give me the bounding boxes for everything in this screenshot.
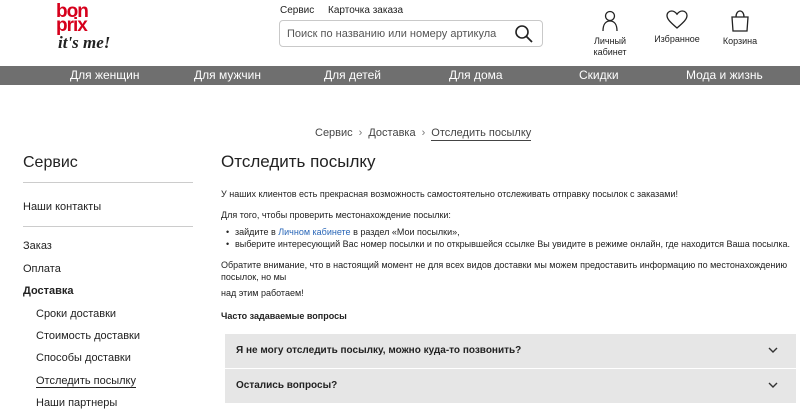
account-inline-link[interactable]: Личном кабинете <box>278 227 350 237</box>
breadcrumb-current: Отследить посылку <box>431 127 532 141</box>
sidebar-item-delivery-times[interactable]: Сроки доставки <box>36 308 116 320</box>
breadcrumb-service[interactable]: Сервис <box>315 127 353 139</box>
user-icon <box>602 10 618 32</box>
logo-text-line2: prix <box>56 15 88 36</box>
sidebar-item-track-parcel[interactable]: Отследить посылку <box>36 375 136 388</box>
toplink-service[interactable]: Сервис <box>280 5 314 16</box>
note-line-1: Обратите внимание, что в настоящий момен… <box>221 260 788 282</box>
breadcrumb-separator: › <box>358 127 363 139</box>
faq-question: Остались вопросы? <box>236 380 338 391</box>
instructions-list: зайдите в Личном кабинете в раздел «Мои … <box>226 226 790 250</box>
intro-text: У наших клиентов есть прекрасная возможн… <box>221 189 679 199</box>
logo-tagline: it's me! <box>58 33 111 52</box>
search-box[interactable]: Поиск по названию или номеру артикула <box>279 20 543 47</box>
account-label-1: Личный <box>593 36 627 46</box>
nav-fashion-life[interactable]: Мода и жизнь <box>686 68 763 82</box>
search-icon[interactable] <box>514 24 534 44</box>
bag-icon <box>731 10 749 32</box>
account-label-2: кабинет <box>593 47 627 57</box>
faq-accordion-item[interactable]: Я не могу отследить посылку, можно куда-… <box>225 334 796 368</box>
breadcrumb-separator: › <box>421 127 426 139</box>
list-item: выберите интересующий Вас номер посылки … <box>226 238 790 250</box>
sidebar-item-payment[interactable]: Оплата <box>23 263 61 275</box>
sidebar-item-delivery-cost[interactable]: Стоимость доставки <box>36 330 140 342</box>
page-title: Отследить посылку <box>221 152 376 171</box>
sidebar-item-track-parcel-label: Отследить посылку <box>36 375 136 388</box>
sidebar-item-partners[interactable]: Наши партнеры <box>36 397 117 409</box>
nav-men[interactable]: Для мужчин <box>194 68 261 82</box>
faq-title: Часто задаваемые вопросы <box>221 311 347 321</box>
list-item: зайдите в Личном кабинете в раздел «Мои … <box>226 226 790 238</box>
bonprix-logo[interactable]: bon prix it's me! <box>50 2 130 58</box>
main-nav: Для женщин Для мужчин Для детей Для дома… <box>0 66 800 85</box>
sidebar-title: Сервис <box>23 154 78 171</box>
nav-sale[interactable]: Скидки <box>579 68 619 82</box>
sidebar-item-delivery-methods[interactable]: Способы доставки <box>36 352 131 364</box>
cart-link[interactable]: Корзина <box>720 10 760 47</box>
faq-question: Я не могу отследить посылку, можно куда-… <box>236 345 522 356</box>
breadcrumb: Сервис › Доставка › Отследить посылку <box>315 127 532 141</box>
note-line-2: над этим работаем! <box>221 288 304 298</box>
nav-home[interactable]: Для дома <box>449 68 503 82</box>
heart-icon <box>666 10 688 29</box>
nav-women[interactable]: Для женщин <box>70 68 140 82</box>
cart-label: Корзина <box>722 36 758 46</box>
search-input[interactable]: Поиск по названию или номеру артикула <box>287 28 496 40</box>
nav-kids[interactable]: Для детей <box>324 68 381 82</box>
sidebar-item-contacts[interactable]: Наши контакты <box>23 201 101 213</box>
faq-accordion-item[interactable]: Остались вопросы? <box>225 369 796 403</box>
breadcrumb-delivery[interactable]: Доставка <box>368 127 415 139</box>
wishlist-link[interactable]: Избранное <box>652 10 702 45</box>
bullet1-pre: зайдите в <box>235 227 279 237</box>
sidebar-item-order[interactable]: Заказ <box>23 240 52 252</box>
check-intro-text: Для того, чтобы проверить местонахождени… <box>221 210 451 220</box>
note-text: Обратите внимание, что в настоящий момен… <box>221 259 800 299</box>
sidebar-item-delivery[interactable]: Доставка <box>23 285 74 297</box>
chevron-down-icon <box>768 347 778 353</box>
bullet1-post: в раздел «Мои посылки», <box>350 227 460 237</box>
sidebar-divider <box>23 226 193 227</box>
wishlist-label: Избранное <box>654 34 700 44</box>
sidebar-divider <box>23 182 193 183</box>
chevron-down-icon <box>768 382 778 388</box>
top-links: Сервис Карточка заказа <box>280 5 414 16</box>
account-link[interactable]: Личный кабинет <box>590 10 630 58</box>
toplink-order-card[interactable]: Карточка заказа <box>328 5 403 16</box>
